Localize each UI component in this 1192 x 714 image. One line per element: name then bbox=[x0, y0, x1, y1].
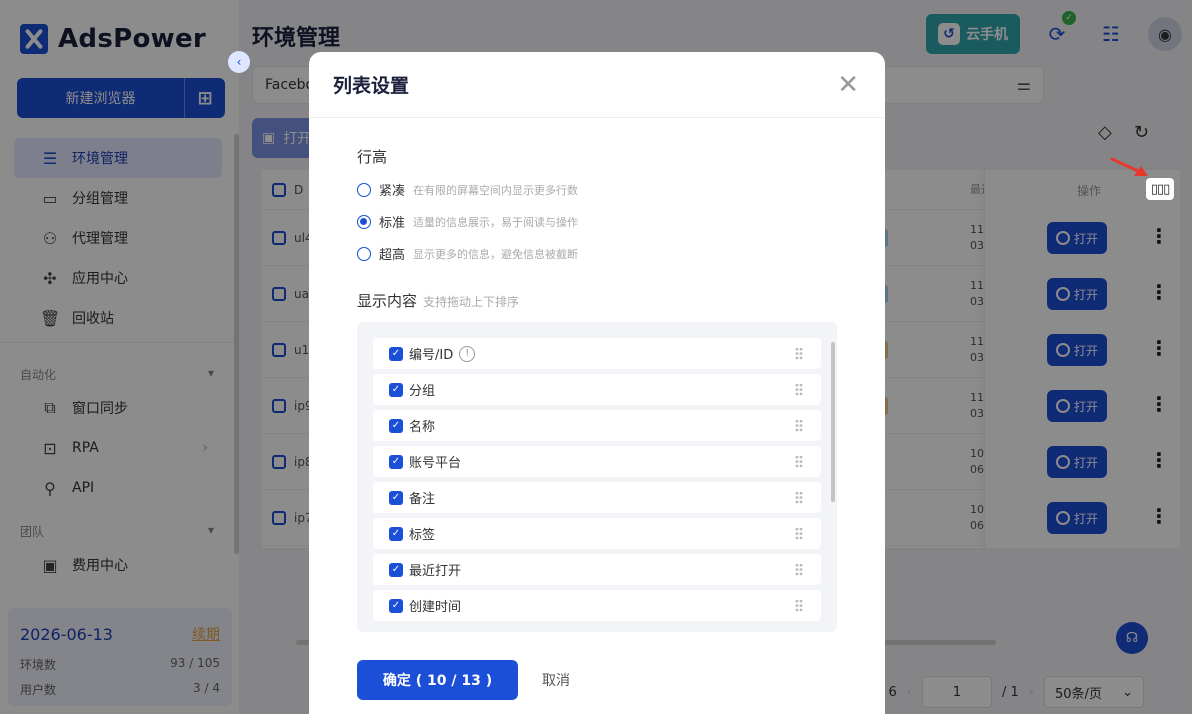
row-height-option-tall[interactable]: 超高 显示更多的信息，避免信息被截断 bbox=[357, 244, 578, 263]
content-hint: 支持拖动上下排序 bbox=[423, 295, 520, 309]
drag-handle-icon[interactable] bbox=[795, 419, 803, 432]
check-icon[interactable]: ✓ bbox=[389, 490, 403, 505]
drag-handle-icon[interactable] bbox=[795, 599, 803, 612]
display-content-title: 显示内容 支持拖动上下排序 bbox=[357, 290, 519, 311]
radio-compact[interactable] bbox=[357, 182, 371, 197]
list-settings-dialog: 列表设置 ✕ 行高 紧凑 在有限的屏幕空间内显示更多行数 标准 适量的信息展示，… bbox=[309, 52, 885, 714]
radio-desc: 显示更多的信息，避免信息被截断 bbox=[413, 247, 579, 261]
column-item-recent-open[interactable]: ✓ 最近打开 bbox=[373, 554, 821, 585]
check-icon[interactable]: ✓ bbox=[389, 562, 403, 577]
radio-tall[interactable] bbox=[357, 246, 371, 261]
column-item-remark[interactable]: ✓ 备注 bbox=[373, 482, 821, 513]
column-label: 编号/ID bbox=[409, 348, 454, 363]
column-label: 账号平台 bbox=[409, 456, 462, 471]
drag-handle-icon[interactable] bbox=[795, 491, 803, 504]
radio-standard[interactable] bbox=[357, 214, 371, 229]
column-list-scrollbar[interactable] bbox=[831, 342, 835, 502]
drag-handle-icon[interactable] bbox=[795, 347, 803, 360]
content-title: 显示内容 bbox=[357, 292, 418, 310]
column-label: 名称 bbox=[409, 420, 436, 435]
check-icon[interactable]: ✓ bbox=[389, 346, 403, 361]
column-item-tag[interactable]: ✓ 标签 bbox=[373, 518, 821, 549]
column-settings-highlight-icon[interactable]: ▯▯▯ bbox=[1146, 178, 1174, 200]
check-icon[interactable]: ✓ bbox=[389, 454, 403, 469]
column-item-group[interactable]: ✓ 分组 bbox=[373, 374, 821, 405]
column-item-name[interactable]: ✓ 名称 bbox=[373, 410, 821, 441]
check-icon[interactable]: ✓ bbox=[389, 418, 403, 433]
drag-handle-icon[interactable] bbox=[795, 527, 803, 540]
row-height-option-standard[interactable]: 标准 适量的信息展示，易于阅读与操作 bbox=[357, 212, 578, 231]
dialog-title: 列表设置 bbox=[333, 75, 410, 97]
check-icon[interactable]: ✓ bbox=[389, 598, 403, 613]
column-label: 创建时间 bbox=[409, 600, 462, 615]
row-height-option-compact[interactable]: 紧凑 在有限的屏幕空间内显示更多行数 bbox=[357, 180, 578, 199]
confirm-button[interactable]: 确定 ( 10 / 13 ) bbox=[357, 660, 518, 700]
column-item-platform[interactable]: ✓ 账号平台 bbox=[373, 446, 821, 477]
drag-handle-icon[interactable] bbox=[795, 383, 803, 396]
radio-label: 紧凑 bbox=[379, 184, 406, 199]
check-icon[interactable]: ✓ bbox=[389, 382, 403, 397]
info-icon[interactable]: ! bbox=[459, 345, 476, 362]
dialog-header: 列表设置 ✕ bbox=[309, 52, 885, 118]
close-icon[interactable]: ✕ bbox=[837, 72, 859, 98]
column-list[interactable]: ✓ 编号/ID ! ✓ 分组 ✓ 名称 ✓ 账号平台 ✓ 备注 ✓ 标签 ✓ 最… bbox=[357, 322, 837, 632]
cancel-button[interactable]: 取消 bbox=[542, 670, 570, 690]
drag-handle-icon[interactable] bbox=[795, 563, 803, 576]
row-height-title: 行高 bbox=[357, 148, 388, 166]
column-label: 标签 bbox=[409, 528, 436, 543]
radio-desc: 适量的信息展示，易于阅读与操作 bbox=[413, 215, 579, 229]
radio-label: 标准 bbox=[379, 216, 406, 231]
collapse-sidebar-button[interactable]: ‹ bbox=[228, 51, 250, 73]
radio-label: 超高 bbox=[379, 248, 406, 263]
check-icon[interactable]: ✓ bbox=[389, 526, 403, 541]
column-label: 最近打开 bbox=[409, 564, 462, 579]
column-item-id[interactable]: ✓ 编号/ID ! bbox=[373, 338, 821, 369]
column-label: 分组 bbox=[409, 384, 436, 399]
red-arrow-annotation bbox=[1110, 157, 1148, 176]
column-label: 备注 bbox=[409, 492, 436, 507]
drag-handle-icon[interactable] bbox=[795, 455, 803, 468]
column-item-created-time[interactable]: ✓ 创建时间 bbox=[373, 590, 821, 621]
radio-desc: 在有限的屏幕空间内显示更多行数 bbox=[413, 183, 579, 197]
